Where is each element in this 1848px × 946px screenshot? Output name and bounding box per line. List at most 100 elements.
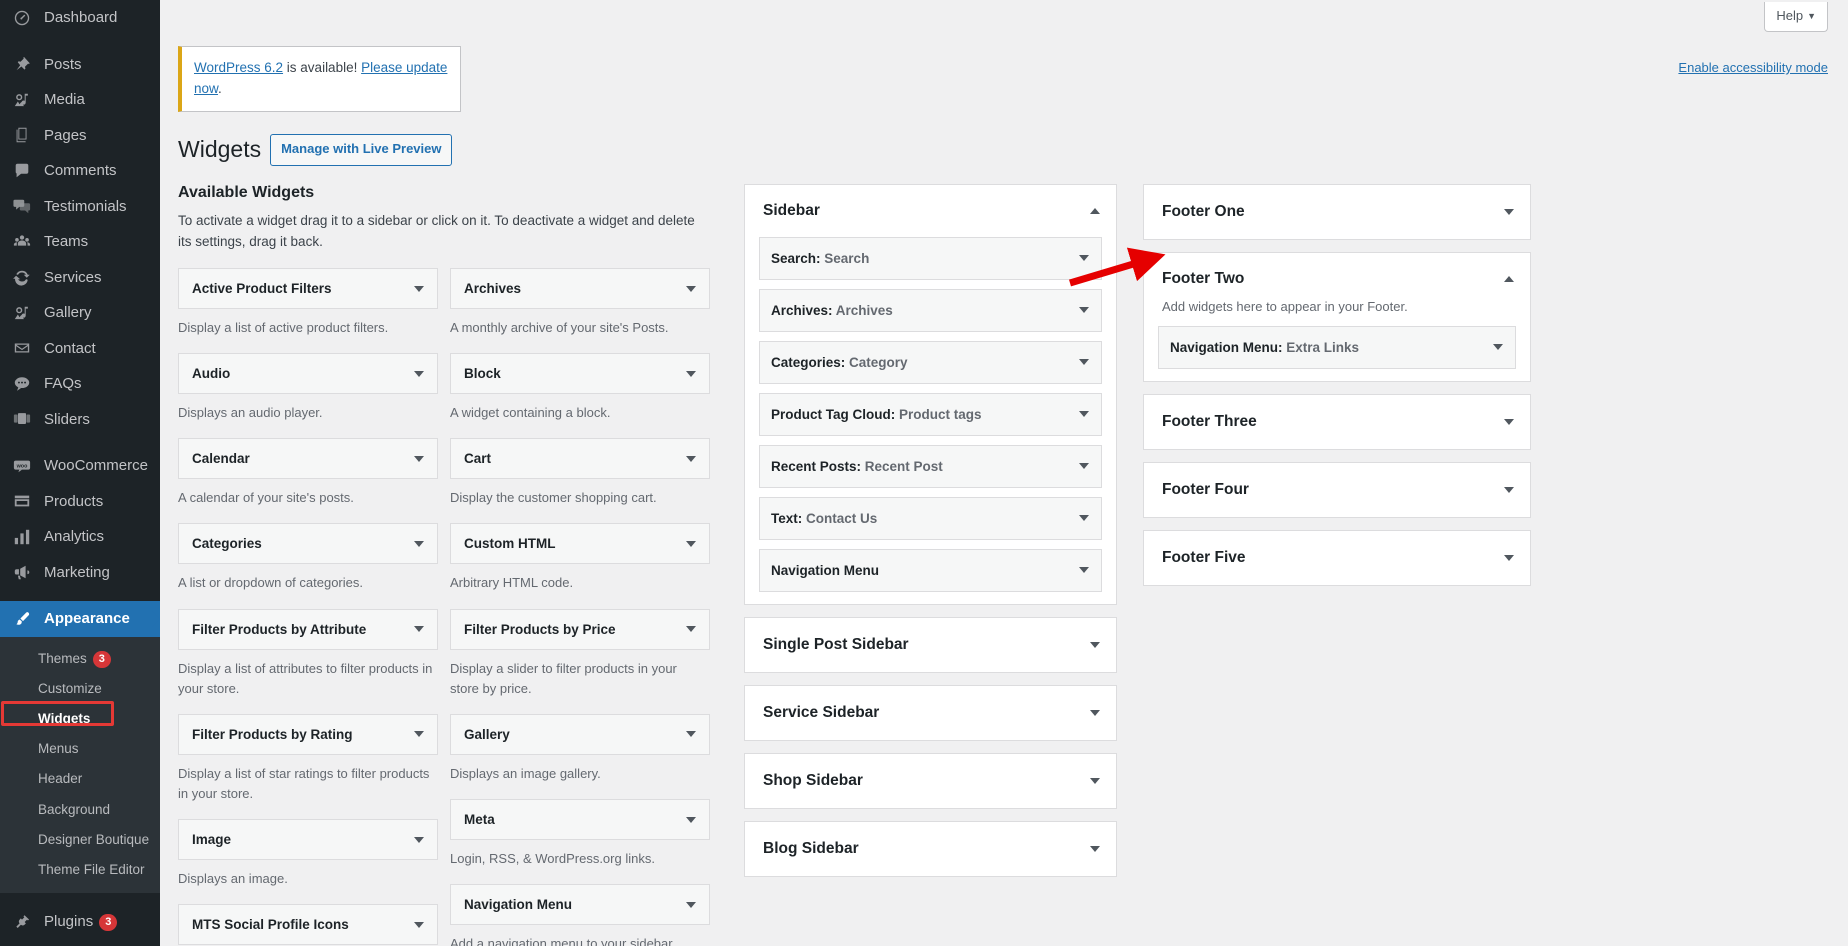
chevron-down-icon[interactable] bbox=[1090, 709, 1100, 716]
chevron-down-icon[interactable] bbox=[686, 816, 696, 823]
assigned-widget[interactable]: Categories: Category bbox=[759, 340, 1102, 384]
available-widget-header[interactable]: Filter Products by Attribute bbox=[178, 608, 438, 650]
appearance-submenu[interactable]: Themes 3 Customize Widgets Menus Header Backgr… bbox=[0, 636, 160, 894]
chevron-up-icon[interactable] bbox=[1090, 207, 1100, 214]
chevron-down-icon[interactable] bbox=[414, 285, 424, 292]
assigned-widget[interactable]: Text: Contact Us bbox=[759, 496, 1102, 540]
sidebar-item-users[interactable]: Users bbox=[0, 940, 160, 946]
sidebar-panel-header[interactable]: Footer Three bbox=[1144, 395, 1530, 449]
chevron-down-icon[interactable] bbox=[414, 540, 424, 547]
available-widget-header[interactable]: Categories bbox=[178, 523, 438, 565]
sidebar-panel-header[interactable]: Service Sidebar bbox=[745, 686, 1116, 740]
available-widget-header[interactable]: Filter Products by Price bbox=[450, 608, 710, 650]
available-widget-header[interactable]: Filter Products by Rating bbox=[178, 713, 438, 755]
available-widget-header[interactable]: Block bbox=[450, 353, 710, 395]
enable-accessibility-mode-link[interactable]: Enable accessibility mode bbox=[1678, 60, 1828, 75]
sidebar-panel-header[interactable]: Footer Two bbox=[1144, 253, 1530, 305]
chevron-down-icon[interactable] bbox=[1079, 307, 1089, 314]
available-widget-header[interactable]: Image bbox=[178, 819, 438, 861]
available-widget-header[interactable]: MTS Social Profile Icons bbox=[178, 904, 438, 946]
sidebar-item-analytics[interactable]: Analytics bbox=[0, 519, 160, 555]
chevron-down-icon[interactable] bbox=[1504, 486, 1514, 493]
sidebar-item-media[interactable]: Media bbox=[0, 82, 160, 118]
help-button[interactable]: Help ▼ bbox=[1764, 2, 1828, 33]
chevron-down-icon[interactable] bbox=[414, 455, 424, 462]
available-widget-header[interactable]: Meta bbox=[450, 799, 710, 840]
manage-with-live-preview-button[interactable]: Manage with Live Preview bbox=[270, 134, 453, 166]
sidebar-item-posts[interactable]: Posts bbox=[0, 47, 160, 83]
sidebar-panel-header[interactable]: Shop Sidebar bbox=[745, 754, 1116, 808]
chevron-down-icon[interactable] bbox=[414, 836, 424, 843]
sidebar-item-plugins[interactable]: Plugins 3 bbox=[0, 904, 160, 940]
assigned-widget[interactable]: Recent Posts: Recent Post bbox=[759, 444, 1102, 488]
available-widget-header[interactable]: Active Product Filters bbox=[178, 268, 438, 310]
chevron-down-icon[interactable] bbox=[1079, 463, 1089, 470]
available-widget-header[interactable]: Archives bbox=[450, 268, 710, 310]
sidebar-panel-header[interactable]: Footer Four bbox=[1144, 463, 1530, 517]
submenu-item-background[interactable]: Background bbox=[0, 795, 160, 825]
sidebar-panel-header[interactable]: Footer One bbox=[1144, 185, 1530, 239]
submenu-item-customize[interactable]: Customize bbox=[0, 674, 160, 704]
sidebar-item-teams[interactable]: Teams bbox=[0, 224, 160, 260]
available-widget-header[interactable]: Audio bbox=[178, 353, 438, 395]
assigned-widget[interactable]: Search: Search bbox=[759, 236, 1102, 280]
sidebar-panel-header[interactable]: Blog Sidebar bbox=[745, 822, 1116, 876]
sidebar-item-woocommerce[interactable]: woo WooCommerce bbox=[0, 448, 160, 484]
available-widget-header[interactable]: Gallery bbox=[450, 713, 710, 755]
sidebar-item-services[interactable]: Services bbox=[0, 260, 160, 296]
submenu-item-designer-boutique[interactable]: Designer Boutique bbox=[0, 825, 160, 855]
chevron-down-icon[interactable] bbox=[1493, 344, 1503, 351]
sidebar-item-contact[interactable]: Contact bbox=[0, 331, 160, 367]
chevron-down-icon[interactable] bbox=[414, 921, 424, 928]
chevron-down-icon[interactable] bbox=[1079, 411, 1089, 418]
chevron-down-icon[interactable] bbox=[1504, 554, 1514, 561]
chevron-down-icon[interactable] bbox=[686, 285, 696, 292]
chevron-down-icon[interactable] bbox=[1079, 255, 1089, 262]
admin-sidebar-menu[interactable]: Dashboard Posts Media Pages Comments Testimon… bbox=[0, 0, 160, 946]
submenu-item-header[interactable]: Header bbox=[0, 764, 160, 794]
sidebar-item-appearance[interactable]: Appearance bbox=[0, 601, 160, 637]
sidebar-item-gallery[interactable]: Gallery bbox=[0, 295, 160, 331]
chevron-down-icon[interactable] bbox=[1504, 208, 1514, 215]
sidebar-panel-header[interactable]: Single Post Sidebar bbox=[745, 618, 1116, 672]
chevron-down-icon[interactable] bbox=[414, 731, 424, 738]
sidebar-item-pages[interactable]: Pages bbox=[0, 118, 160, 154]
sidebar-item-products[interactable]: Products bbox=[0, 484, 160, 520]
assigned-widget[interactable]: Navigation Menu: Extra Links bbox=[1158, 325, 1516, 369]
chevron-down-icon[interactable] bbox=[686, 731, 696, 738]
chevron-up-icon[interactable] bbox=[1504, 275, 1514, 282]
submenu-item-menus[interactable]: Menus bbox=[0, 734, 160, 764]
available-widget-header[interactable]: Navigation Menu bbox=[450, 884, 710, 926]
chevron-down-icon[interactable] bbox=[1090, 641, 1100, 648]
assigned-widget[interactable]: Navigation Menu bbox=[759, 548, 1102, 592]
chevron-down-icon[interactable] bbox=[686, 901, 696, 908]
available-widget-header[interactable]: Cart bbox=[450, 438, 710, 480]
chevron-down-icon[interactable] bbox=[1079, 567, 1089, 574]
available-widget-header[interactable]: Calendar bbox=[178, 438, 438, 480]
wordpress-version-link[interactable]: WordPress 6.2 bbox=[194, 60, 283, 75]
assigned-widget[interactable]: Product Tag Cloud: Product tags bbox=[759, 392, 1102, 436]
submenu-item-themes[interactable]: Themes 3 bbox=[0, 644, 160, 674]
chevron-down-icon[interactable] bbox=[686, 455, 696, 462]
sidebar-panel-header[interactable]: Sidebar bbox=[745, 185, 1116, 237]
chevron-down-icon[interactable] bbox=[1504, 418, 1514, 425]
chevron-down-icon[interactable] bbox=[414, 626, 424, 633]
chevron-down-icon[interactable] bbox=[414, 370, 424, 377]
assigned-widget[interactable]: Archives: Archives bbox=[759, 288, 1102, 332]
chevron-down-icon[interactable] bbox=[686, 626, 696, 633]
sidebar-item-sliders[interactable]: Sliders bbox=[0, 402, 160, 438]
chevron-down-icon[interactable] bbox=[686, 370, 696, 377]
chevron-down-icon[interactable] bbox=[1079, 359, 1089, 366]
sidebar-item-testimonials[interactable]: Testimonials bbox=[0, 189, 160, 225]
chevron-down-icon[interactable] bbox=[686, 540, 696, 547]
sidebar-item-comments[interactable]: Comments bbox=[0, 153, 160, 189]
chevron-down-icon[interactable] bbox=[1090, 777, 1100, 784]
sidebar-item-dashboard[interactable]: Dashboard bbox=[0, 0, 160, 36]
available-widget-header[interactable]: Custom HTML bbox=[450, 523, 710, 565]
sidebar-item-marketing[interactable]: Marketing bbox=[0, 555, 160, 591]
submenu-item-theme-file-editor[interactable]: Theme File Editor bbox=[0, 855, 160, 885]
sidebar-item-faqs[interactable]: FAQs bbox=[0, 366, 160, 402]
submenu-item-widgets[interactable]: Widgets bbox=[0, 700, 160, 734]
chevron-down-icon[interactable] bbox=[1079, 515, 1089, 522]
sidebar-panel-header[interactable]: Footer Five bbox=[1144, 531, 1530, 585]
